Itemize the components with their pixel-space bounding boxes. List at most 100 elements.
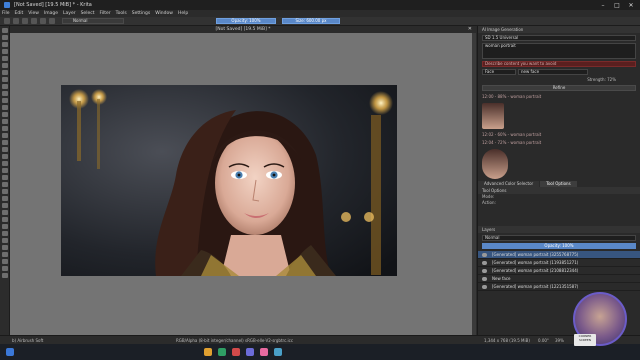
media-icon[interactable]	[232, 348, 240, 356]
menu-settings[interactable]: Settings	[132, 11, 150, 16]
multibrush-tool-icon[interactable]	[2, 119, 8, 124]
layer-row[interactable]: [Generated] woman portrait (1193851271)	[478, 259, 640, 267]
line-tool-icon[interactable]	[2, 63, 8, 68]
ai-model-select[interactable]: SD 1.5 Universal	[482, 35, 636, 41]
os-taskbar	[0, 344, 640, 360]
close-button[interactable]: ✕	[624, 0, 638, 10]
gradient-tool-icon[interactable]	[2, 147, 8, 152]
editor-icon[interactable]	[274, 348, 282, 356]
select-shapes-tool-icon[interactable]	[2, 28, 8, 33]
layer-row[interactable]: New face	[478, 275, 640, 283]
rect-select-tool-icon[interactable]	[2, 210, 8, 215]
bezier-tool-icon[interactable]	[2, 98, 8, 103]
freehand-path-tool-icon[interactable]	[2, 105, 8, 110]
canvas-vertical-scrollbar[interactable]	[472, 33, 476, 335]
eye-icon[interactable]	[482, 261, 487, 265]
new-document-icon[interactable]	[4, 18, 10, 24]
polyline-tool-icon[interactable]	[2, 91, 8, 96]
prompt-input[interactable]: woman portrait	[482, 43, 636, 59]
file-explorer-icon[interactable]	[204, 348, 212, 356]
brush-tool-icon[interactable]	[2, 56, 8, 61]
freehand-select-tool-icon[interactable]	[2, 231, 8, 236]
control-source-select[interactable]: new face	[518, 69, 588, 75]
menu-view[interactable]: View	[28, 11, 39, 16]
layer-name: [Generated] woman portrait (2108812344)	[492, 268, 579, 273]
brush-size-slider[interactable]: Size: 600.00 px	[282, 18, 340, 24]
strength-value[interactable]: Strength: 72%	[478, 77, 640, 83]
browser-icon[interactable]	[218, 348, 226, 356]
layer-row[interactable]: [Generated] woman portrait (2108812344)	[478, 267, 640, 275]
colorize-mask-tool-icon[interactable]	[2, 161, 8, 166]
polygon-tool-icon[interactable]	[2, 84, 8, 89]
save-document-icon[interactable]	[22, 18, 28, 24]
smart-patch-tool-icon[interactable]	[2, 168, 8, 173]
history-item[interactable]: 12:00 - 88% - woman portrait	[478, 93, 640, 101]
transform-tool-icon[interactable]	[2, 126, 8, 131]
enclose-fill-tool-icon[interactable]	[2, 182, 8, 187]
assistant-tool-icon[interactable]	[2, 189, 8, 194]
layer-blend-select[interactable]: Normal	[482, 235, 636, 241]
menu-tools[interactable]: Tools	[116, 11, 127, 16]
menu-edit[interactable]: Edit	[15, 11, 24, 16]
history-thumbnail[interactable]	[482, 149, 508, 179]
menu-select[interactable]: Select	[81, 11, 95, 16]
history-item[interactable]: 12:02 - 60% - woman portrait	[478, 131, 640, 139]
layer-row[interactable]: [Generated] woman portrait (3255768775)	[478, 251, 640, 259]
open-document-icon[interactable]	[13, 18, 19, 24]
ellipse-select-tool-icon[interactable]	[2, 217, 8, 222]
ellipse-tool-icon[interactable]	[2, 77, 8, 82]
maximize-button[interactable]: □	[610, 0, 624, 10]
layer-opacity-slider[interactable]: Opacity: 100%	[482, 243, 636, 249]
menu-filter[interactable]: Filter	[99, 11, 110, 16]
similar-select-tool-icon[interactable]	[2, 245, 8, 250]
fill-tool-icon[interactable]	[2, 175, 8, 180]
pattern-icon[interactable]	[49, 18, 55, 24]
history-item[interactable]: 12:04 - 72% - woman portrait	[478, 139, 640, 147]
crop-tool-icon[interactable]	[2, 140, 8, 145]
zoom-tool-icon[interactable]	[2, 266, 8, 271]
measure-tool-icon[interactable]	[2, 196, 8, 201]
blend-mode-select[interactable]: Normal	[62, 18, 124, 24]
control-mode-select[interactable]: Face	[482, 69, 516, 75]
refine-button[interactable]: Refine	[482, 85, 636, 91]
color-picker-tool-icon[interactable]	[2, 154, 8, 159]
edit-shapes-tool-icon[interactable]	[2, 42, 8, 47]
krita-taskbar-icon[interactable]	[260, 348, 268, 356]
menu-image[interactable]: Image	[44, 11, 58, 16]
menu-window[interactable]: Window	[155, 11, 173, 16]
gradient-icon[interactable]	[40, 18, 46, 24]
tab-tool-options[interactable]: Tool Options	[540, 181, 577, 187]
calligraphy-tool-icon[interactable]	[2, 49, 8, 54]
eye-icon[interactable]	[482, 285, 487, 289]
magnetic-select-tool-icon[interactable]	[2, 259, 8, 264]
history-thumbnail[interactable]	[482, 103, 504, 129]
pan-tool-icon[interactable]	[2, 273, 8, 278]
eye-icon[interactable]	[482, 269, 487, 273]
chat-icon[interactable]	[246, 348, 254, 356]
minimize-button[interactable]: –	[596, 0, 610, 10]
text-tool-icon[interactable]	[2, 35, 8, 40]
tool-options-header: Tool Options	[478, 187, 640, 194]
menu-help[interactable]: Help	[178, 11, 188, 16]
eye-icon[interactable]	[482, 253, 487, 257]
contiguous-select-tool-icon[interactable]	[2, 238, 8, 243]
close-document-icon[interactable]: ✕	[468, 26, 472, 33]
negative-prompt-input[interactable]: Describe content you want to avoid	[482, 61, 636, 67]
rectangle-tool-icon[interactable]	[2, 70, 8, 75]
start-icon[interactable]	[6, 348, 14, 356]
document-tab[interactable]: [Not Saved] [19.5 MiB] *	[10, 26, 476, 33]
layers-header: Layers	[478, 226, 640, 233]
right-dock: AI Image Generation SD 1.5 Universal wom…	[477, 26, 640, 335]
move-tool-icon[interactable]	[2, 133, 8, 138]
reference-tool-icon[interactable]	[2, 203, 8, 208]
polygon-select-tool-icon[interactable]	[2, 224, 8, 229]
bezier-select-tool-icon[interactable]	[2, 252, 8, 257]
eye-icon[interactable]	[482, 277, 487, 281]
opacity-slider[interactable]: Opacity: 100%	[216, 18, 276, 24]
dynamic-brush-tool-icon[interactable]	[2, 112, 8, 117]
generated-portrait-image[interactable]	[61, 85, 397, 276]
menu-file[interactable]: File	[2, 11, 10, 16]
menu-layer[interactable]: Layer	[63, 11, 76, 16]
brush-preset-icon[interactable]	[31, 18, 37, 24]
layer-row[interactable]: [Generated] woman portrait (1221351587)	[478, 283, 640, 291]
